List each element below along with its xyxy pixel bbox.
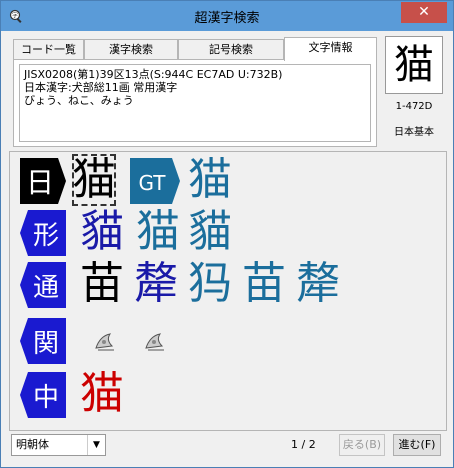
glyph-char: 犛 xyxy=(296,258,340,309)
glyph-char: 苗 xyxy=(80,258,124,309)
glyph-variants-panel: 日 猫 GT 猫 形 貓 猫 貓 通 苗 犛 犸 苗 犛 関 中 猫 xyxy=(9,151,447,431)
glyph-cell[interactable]: 苗 xyxy=(80,258,124,310)
glyph-char: 犸 xyxy=(188,258,232,309)
title-bar[interactable]: 字 超漢字検索 ✕ xyxy=(1,1,453,31)
selected-char-preview: 猫 xyxy=(385,36,443,94)
glyph-cell-selected[interactable]: 猫 xyxy=(72,154,116,206)
char-info-text[interactable]: JISX0208(第1)39区13点(S:944C EC7AD U:732B) 日… xyxy=(19,64,371,142)
tag-common-icon: 通 xyxy=(20,262,66,308)
info-line-readings: びょう、ねこ、みょう xyxy=(24,94,134,107)
glyph-cell[interactable]: 猫 xyxy=(136,206,180,258)
tab-symbol-search[interactable]: 記号検索 xyxy=(178,39,284,59)
glyph-char: 猫 xyxy=(72,154,116,205)
glyph-cell[interactable]: 犛 xyxy=(134,258,178,310)
bow-icon[interactable] xyxy=(92,328,118,354)
glyph-char: 猫 xyxy=(188,154,232,205)
glyph-cell[interactable]: 貓 xyxy=(80,206,124,258)
glyph-char: 貓 xyxy=(188,206,232,257)
glyph-cell[interactable]: 貓 xyxy=(188,206,232,258)
tab-label: 漢字検索 xyxy=(109,43,153,56)
svg-text:形: 形 xyxy=(33,221,59,251)
tag-chinese-icon: 中 xyxy=(20,372,66,418)
tag-gt-icon: GT xyxy=(130,158,180,204)
info-line-code: JISX0208(第1)39区13点(S:944C EC7AD U:732B) xyxy=(24,68,283,81)
svg-text:関: 関 xyxy=(33,329,59,359)
glyph-char: 犛 xyxy=(134,258,178,309)
glyph-cell[interactable]: 犛 xyxy=(296,258,340,310)
char-code: 1-472D xyxy=(395,101,433,112)
prev-button[interactable]: 戻る(B) xyxy=(339,434,385,456)
glyph-cell[interactable]: 猫 xyxy=(80,368,124,420)
tab-char-info[interactable]: 文字情報 xyxy=(284,37,377,61)
tag-japanese-icon: 日 xyxy=(20,158,66,204)
font-select[interactable]: 明朝体 ▼ xyxy=(11,434,106,456)
glyph-char: 貓 xyxy=(80,206,124,257)
svg-text:中: 中 xyxy=(33,383,59,413)
bow-icon[interactable] xyxy=(142,328,168,354)
glyph-char: 苗 xyxy=(242,258,286,309)
next-button[interactable]: 進む(F) xyxy=(393,434,441,456)
glyph-cell[interactable]: 苗 xyxy=(242,258,286,310)
info-line-radical: 日本漢字:犬部総11画 常用漢字 xyxy=(24,81,178,94)
tab-label: コード一覧 xyxy=(21,43,76,56)
chevron-down-icon: ▼ xyxy=(87,435,105,455)
glyph-char: 猫 xyxy=(136,206,180,257)
tab-label: 記号検索 xyxy=(209,43,253,56)
svg-text:GT: GT xyxy=(138,171,166,195)
next-button-label: 進む(F) xyxy=(398,438,436,451)
tab-label: 文字情報 xyxy=(308,41,353,54)
window-title: 超漢字検索 xyxy=(194,11,260,26)
close-button[interactable]: ✕ xyxy=(401,2,447,23)
page-indicator: 1 / 2 xyxy=(291,438,316,451)
prev-button-label: 戻る(B) xyxy=(342,438,382,451)
glyph-char: 猫 xyxy=(80,368,124,419)
tab-code-list[interactable]: コード一覧 xyxy=(13,39,84,59)
tab-panel: JISX0208(第1)39区13点(S:944C EC7AD U:732B) 日… xyxy=(13,59,377,147)
close-icon: ✕ xyxy=(418,4,430,20)
tab-kanji-search[interactable]: 漢字検索 xyxy=(84,39,178,59)
tag-shape-icon: 形 xyxy=(20,210,66,256)
tag-related-icon: 関 xyxy=(20,318,66,364)
svg-text:通: 通 xyxy=(33,273,59,303)
glyph-cell[interactable]: 猫 xyxy=(188,154,232,206)
glyph-cell[interactable]: 犸 xyxy=(188,258,232,310)
app-window: 字 超漢字検索 ✕ コード一覧 漢字検索 記号検索 文字情報 JISX0208(… xyxy=(0,0,454,468)
font-select-value: 明朝体 xyxy=(16,438,49,451)
bottom-bar: 明朝体 ▼ 1 / 2 戻る(B) 進む(F) xyxy=(1,431,453,467)
svg-text:日: 日 xyxy=(26,166,54,199)
char-standard: 日本基本 xyxy=(394,127,434,138)
